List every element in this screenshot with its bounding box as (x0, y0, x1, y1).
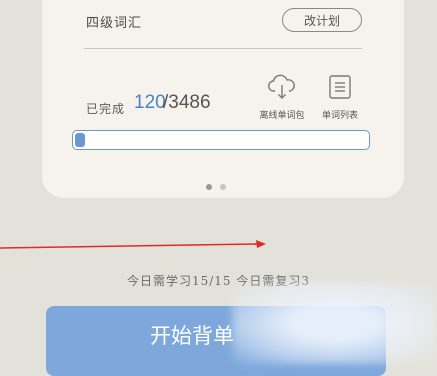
list-icon (327, 74, 353, 104)
watermark-blur (232, 282, 437, 364)
start-study-label: 开始背单 (150, 324, 234, 348)
change-plan-button[interactable]: 改计划 (282, 8, 362, 32)
red-arrow-annotation (0, 240, 266, 249)
done-count: 120 (134, 92, 166, 113)
vocab-title: 四级词汇 (86, 16, 143, 31)
progress-bar-fill (75, 133, 85, 147)
page-dot[interactable] (206, 184, 212, 190)
done-label: 已完成 (86, 102, 126, 116)
page-dot[interactable] (220, 184, 226, 190)
divider (84, 48, 362, 49)
word-list-button[interactable]: 单词列表 (312, 74, 368, 121)
offline-package-label: 离线单词包 (259, 111, 305, 121)
word-list-label: 单词列表 (321, 111, 358, 121)
offline-package-button[interactable]: 离线单词包 (254, 74, 310, 121)
cloud-download-icon (267, 74, 297, 104)
total-count: /3486 (163, 92, 211, 113)
progress-bar (72, 130, 370, 150)
page-indicator (206, 184, 226, 190)
